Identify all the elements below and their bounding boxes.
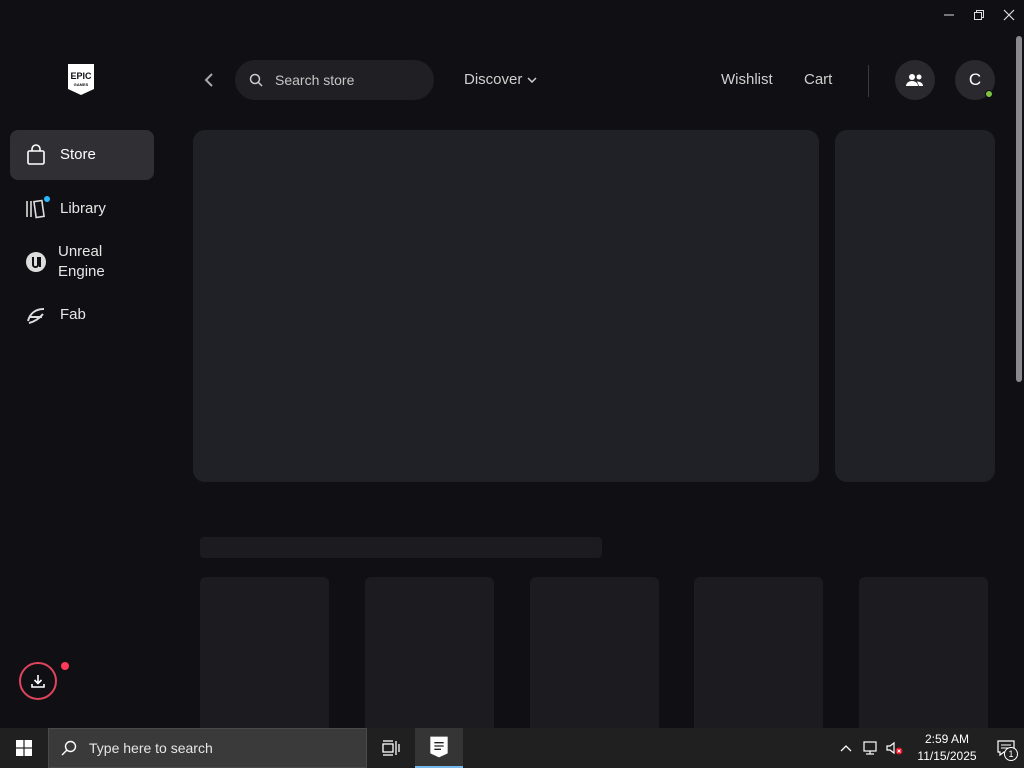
downloads-notification-dot	[61, 662, 69, 670]
library-notification-dot	[44, 196, 50, 202]
game-card-placeholder	[200, 577, 329, 728]
logo-text-games: GAMES	[74, 82, 89, 87]
discover-dropdown[interactable]: Discover	[464, 71, 537, 88]
logo-text-epic: EPIC	[70, 71, 92, 81]
epic-games-launcher-window: EPIC GAMES Store Library Unreal Engine F…	[0, 0, 1024, 728]
hero-sidebar-placeholder	[835, 130, 995, 482]
sidebar-item-label: Fab	[60, 306, 86, 323]
sidebar-item-label: Store	[60, 146, 96, 163]
game-card-placeholder	[530, 577, 659, 728]
sidebar-item-library[interactable]: Library	[10, 184, 154, 234]
action-center-button[interactable]: 1	[988, 728, 1024, 768]
friends-button[interactable]	[895, 60, 935, 100]
network-icon	[863, 741, 877, 755]
downloads-button[interactable]	[19, 662, 57, 700]
chevron-down-icon	[527, 76, 537, 83]
epic-games-logo[interactable]: EPIC GAMES	[66, 63, 96, 96]
task-view-button[interactable]	[367, 728, 415, 768]
taskbar-clock[interactable]: 2:59 AM 11/15/2025	[912, 731, 982, 765]
sidebar-item-label: Unreal Engine	[58, 243, 105, 280]
game-card-placeholder	[859, 577, 988, 728]
sidebar-item-fab[interactable]: Fab	[10, 292, 154, 338]
search-input[interactable]	[275, 72, 415, 88]
wishlist-link[interactable]: Wishlist	[721, 71, 773, 88]
restore-button[interactable]	[964, 0, 994, 30]
minimize-button[interactable]	[934, 0, 964, 30]
section-title-placeholder	[200, 537, 602, 558]
discover-label: Discover	[464, 71, 523, 88]
scrollbar-thumb[interactable]	[1016, 36, 1022, 382]
task-view-icon	[382, 740, 400, 756]
chevron-up-icon	[840, 745, 852, 752]
download-icon	[31, 675, 45, 688]
game-card-placeholder	[365, 577, 494, 728]
topbar-divider	[868, 65, 869, 97]
back-button[interactable]	[198, 69, 220, 91]
hero-carousel-placeholder	[193, 130, 819, 482]
epic-games-taskbar-icon	[430, 736, 448, 758]
minimize-icon	[944, 14, 954, 16]
sidebar-item-unreal-engine[interactable]: Unreal Engine	[10, 238, 154, 286]
sidebar-item-store[interactable]: Store	[10, 130, 154, 180]
avatar-initial: C	[968, 70, 982, 89]
online-status-dot	[985, 90, 993, 98]
notification-count-badge: 1	[1004, 747, 1018, 761]
show-hidden-icons-button[interactable]	[834, 728, 858, 768]
game-card-placeholder	[694, 577, 823, 728]
taskbar-epic-games-app[interactable]	[415, 728, 463, 768]
chevron-left-icon	[204, 73, 213, 87]
network-button[interactable]	[858, 728, 882, 768]
clock-date: 11/15/2025	[917, 749, 977, 763]
start-button[interactable]	[0, 728, 48, 768]
unreal-engine-icon	[24, 250, 48, 274]
library-icon	[24, 196, 50, 221]
taskbar-search-placeholder: Type here to search	[89, 740, 213, 756]
clock-time: 2:59 AM	[924, 732, 970, 746]
windows-taskbar: Type here to search 2:59 AM 11/15/2025 1	[0, 728, 1024, 768]
fab-icon	[24, 303, 48, 327]
windows-logo-icon	[16, 740, 32, 756]
window-controls	[934, 0, 1024, 32]
shopping-bag-icon	[24, 143, 48, 167]
search-icon	[249, 73, 263, 87]
scrollbar[interactable]	[1014, 32, 1024, 728]
search-icon	[61, 740, 77, 756]
close-icon	[1003, 9, 1015, 21]
volume-muted-icon	[886, 741, 903, 755]
restore-icon	[974, 10, 984, 20]
user-avatar-button[interactable]: C	[955, 60, 995, 100]
volume-button[interactable]	[882, 728, 906, 768]
close-button[interactable]	[994, 0, 1024, 30]
system-tray: 2:59 AM 11/15/2025 1	[834, 728, 1024, 768]
search-store[interactable]	[235, 60, 434, 100]
sidebar-item-label: Library	[60, 200, 106, 217]
cart-link[interactable]: Cart	[804, 71, 832, 88]
friends-icon	[906, 74, 923, 86]
taskbar-search[interactable]: Type here to search	[48, 728, 367, 768]
